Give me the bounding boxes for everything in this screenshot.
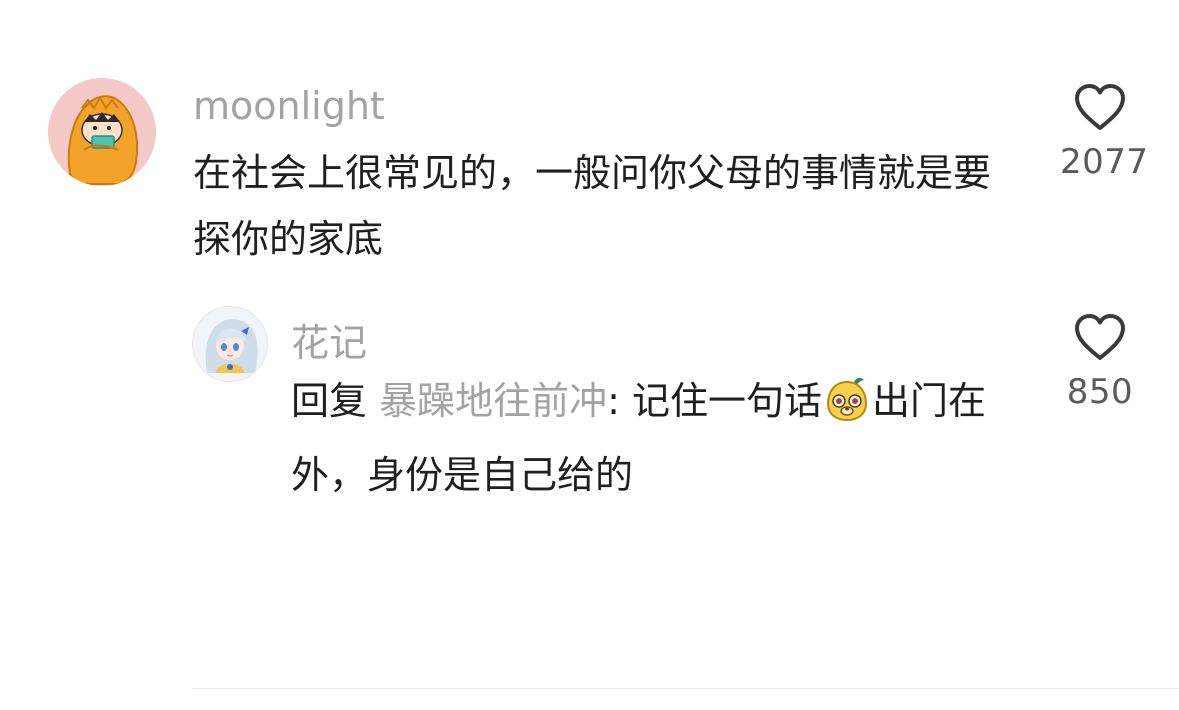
comment-like-count: 2077	[1060, 142, 1149, 182]
reply-prefix: 回复	[291, 379, 368, 423]
comment-text[interactable]: 在社会上很常见的，一般问你父母的事情就是要探你的家底	[193, 140, 1013, 272]
divider	[192, 688, 1179, 689]
heart-outline-icon[interactable]	[1073, 312, 1127, 362]
user-avatar[interactable]	[48, 78, 156, 186]
reply-text[interactable]: 回复 暴躁地往前冲: 记住一句话 出门在外，身份是自己给的	[291, 368, 1011, 508]
comment-text-content: 在社会上很常见的，一般问你父母的事情就是要探你的家底	[193, 151, 992, 261]
reply-user-avatar[interactable]	[192, 306, 268, 382]
comment-username[interactable]: moonlight	[193, 84, 385, 128]
comment-item: moonlight 在社会上很常见的，一般问你父母的事情就是要探你的家底 207…	[0, 0, 1179, 280]
reply-like-button[interactable]: 850	[1060, 312, 1140, 412]
orange-blanket-kid-avatar-icon	[48, 78, 156, 186]
reply-item: 花记 回复 暴躁地往前冲: 记住一句话 出门在外，身份是自己给的 850	[0, 300, 1179, 520]
reply-like-count: 850	[1066, 372, 1134, 412]
anime-girl-avatar-icon	[193, 307, 267, 381]
yellow-dog-face-emoji-icon	[822, 376, 872, 442]
reply-username[interactable]: 花记	[291, 312, 367, 367]
comment-like-button[interactable]: 2077	[1060, 82, 1149, 182]
heart-outline-icon[interactable]	[1073, 82, 1127, 132]
reply-separator: :	[607, 379, 633, 423]
reply-target-username[interactable]: 暴躁地往前冲	[379, 379, 607, 423]
reply-text-part1: 记住一句话	[632, 379, 823, 423]
